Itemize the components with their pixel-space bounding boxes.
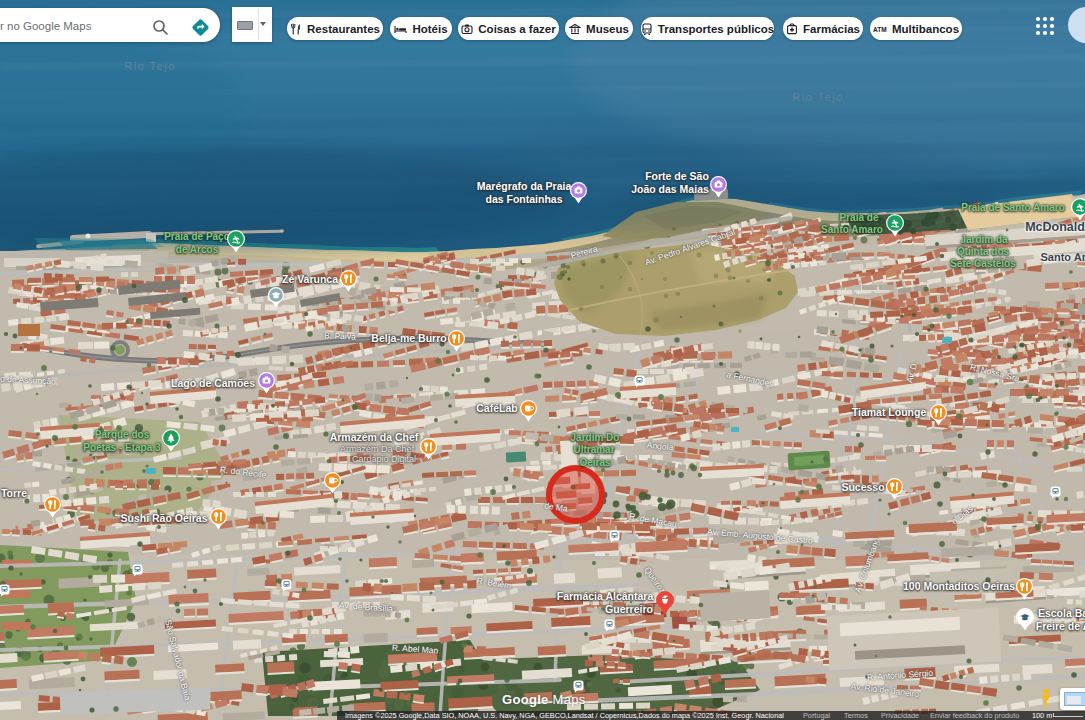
svg-text:ATM: ATM bbox=[873, 25, 887, 32]
